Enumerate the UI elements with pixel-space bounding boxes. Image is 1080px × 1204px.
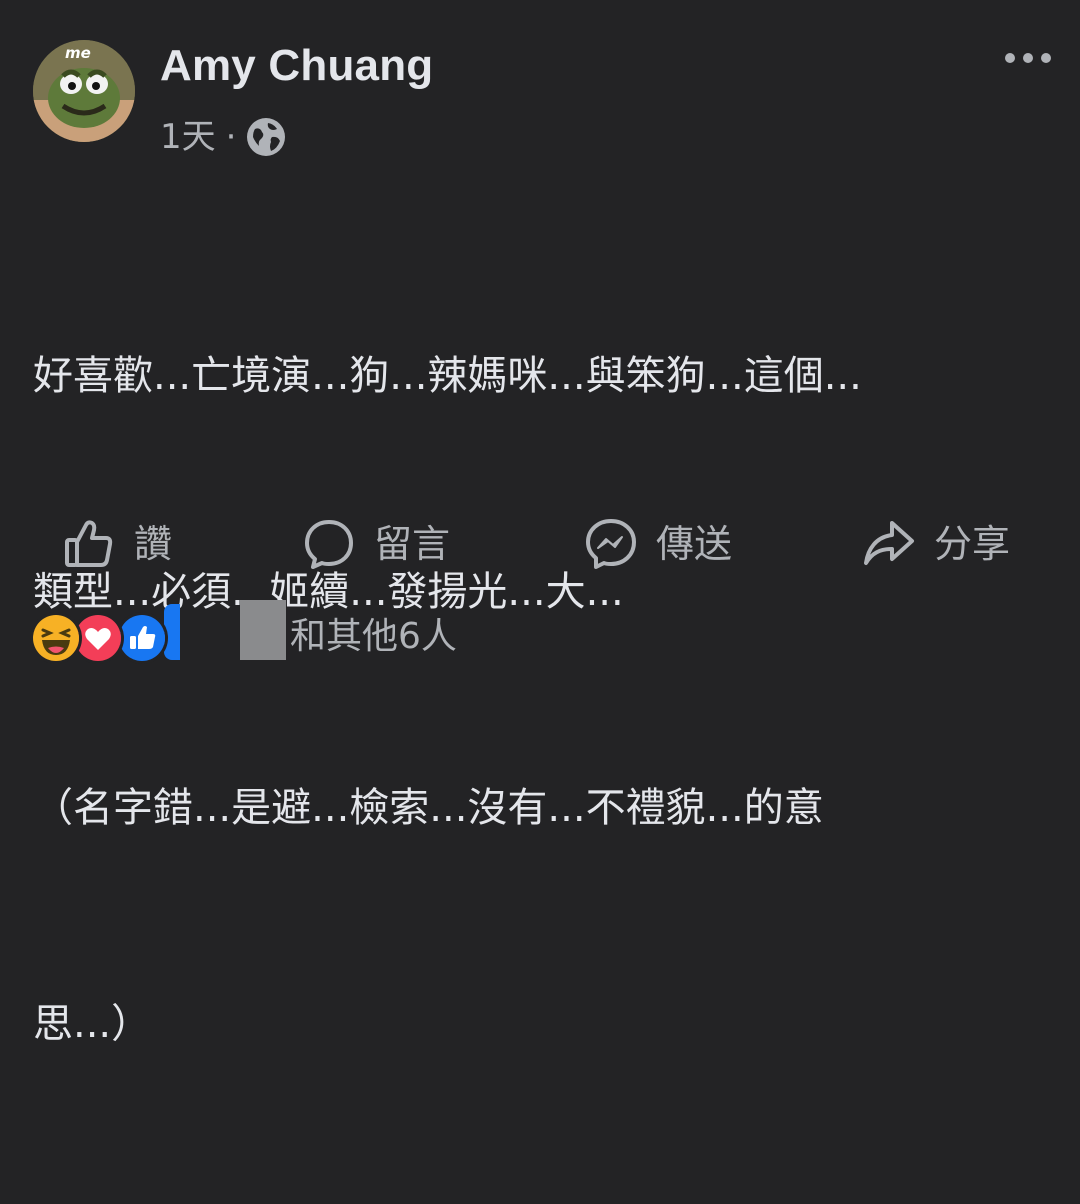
comment-label: 留言 — [374, 522, 451, 566]
share-label: 分享 — [934, 522, 1011, 566]
like-button[interactable]: 讚 — [62, 512, 172, 576]
share-arrow-icon — [862, 517, 916, 571]
timestamp[interactable]: 1天 — [160, 112, 216, 162]
avatar[interactable]: me — [33, 40, 135, 142]
post-text-line: 好喜歡...亡境演...狗...辣媽咪...與笨狗...這個... — [33, 353, 862, 399]
comment-button[interactable]: 留言 — [302, 512, 450, 576]
messenger-icon — [584, 517, 638, 571]
post-text-line: （名字錯...是避...檢索...沒有...不禮貌...的意 — [33, 785, 824, 831]
send-button[interactable]: 傳送 — [584, 512, 732, 576]
share-button[interactable]: 分享 — [862, 512, 1010, 576]
haha-icon — [30, 612, 82, 664]
avatar-badge: me — [65, 44, 91, 62]
reactions-count-text[interactable]: 和其他6人 — [290, 610, 457, 664]
post-text: 好喜歡...亡境演...狗...辣媽咪...與笨狗...這個... 類型...必… — [33, 196, 1043, 1204]
like-label: 讚 — [134, 522, 173, 566]
post-meta: 1天 · — [160, 112, 286, 162]
send-label: 傳送 — [656, 522, 733, 566]
author-name[interactable]: Amy Chuang — [160, 38, 433, 94]
post-text-line: 思...） — [33, 1001, 152, 1047]
thumbs-up-icon — [62, 517, 116, 571]
redacted-name-block — [240, 600, 286, 660]
more-options-icon[interactable] — [1000, 48, 1056, 68]
globe-icon — [246, 117, 286, 157]
post-card: me Amy Chuang 1天 · 好喜歡...亡境演...狗...辣媽咪..… — [0, 0, 1080, 1047]
meta-separator: · — [225, 117, 237, 157]
comment-bubble-icon — [302, 517, 356, 571]
